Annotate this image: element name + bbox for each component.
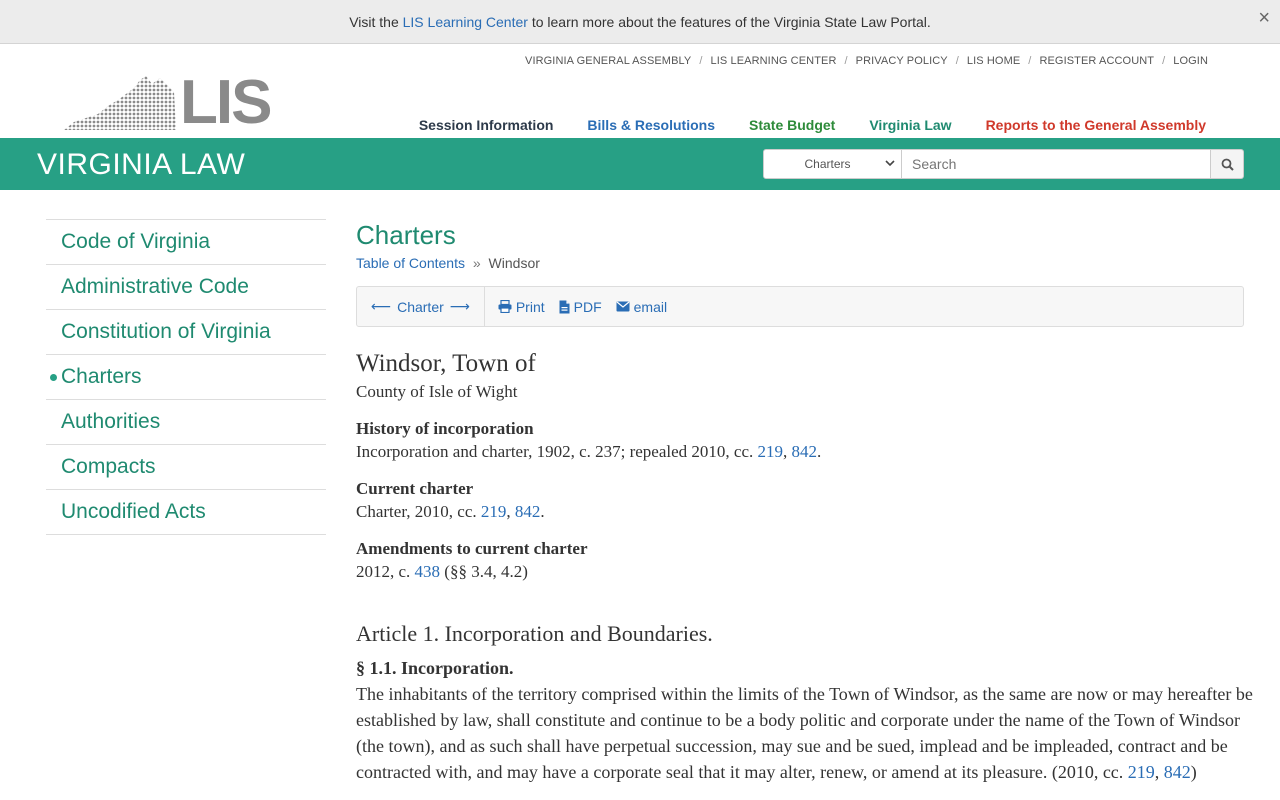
top-link-privacy-policy[interactable]: PRIVACY POLICY [856,55,948,67]
sidebar-item-charters[interactable]: Charters [46,355,326,400]
section-bar: VIRGINIA LAW Charters [0,138,1280,190]
sidebar-item-compacts[interactable]: Compacts [46,445,326,490]
act-link[interactable]: 438 [415,562,441,581]
charter-document: Windsor, Town of County of Isle of Wight… [356,348,1256,785]
print-icon [498,300,512,313]
lis-logo[interactable]: LIS [64,72,272,134]
print-label: Print [515,298,545,315]
sidebar-item-administrative-code[interactable]: Administrative Code [46,265,326,310]
banner-prefix: Visit the [349,13,403,30]
site-banner: Visit the LIS Learning Center to learn m… [0,0,1280,44]
section-text-body: The inhabitants of the territory compris… [356,684,1253,782]
nav-reports[interactable]: Reports to the General Assembly [986,117,1206,133]
section-text-end: ) [1190,762,1197,782]
section-text: The inhabitants of the territory compris… [356,684,1253,782]
top-link-lis-home[interactable]: LIS HOME [967,55,1020,67]
pdf-label: PDF [573,298,602,315]
charter-county: County of Isle of Wight [356,382,518,401]
breadcrumb-current: Windsor [488,255,540,271]
nav-session-information[interactable]: Session Information [419,117,554,133]
charter-nav-label: Charter [397,298,444,315]
document-tools: Print PDF email [485,299,667,315]
act-link[interactable]: 219 [758,442,784,461]
banner-suffix: to learn more about the features of the … [527,13,931,30]
current-charter-body: Charter, 2010, cc. [356,502,481,521]
current-charter-heading: Current charter [356,479,474,498]
amendments-text: 2012, c. 438 (§§ 3.4, 4.2) [356,560,1256,584]
search-scope-select[interactable]: Charters [763,149,902,179]
act-link[interactable]: 219 [481,502,507,521]
search-form: Charters [763,149,1244,179]
file-pdf-icon [559,300,570,313]
email-label: email [633,298,668,315]
document-toolbar: ⟵ Charter ⟶ Print PDF email [356,286,1244,327]
main-content: Charters Table of Contents » Windsor ⟵ C… [356,218,1256,785]
chevron-down-icon [885,158,895,171]
pdf-button[interactable]: PDF [559,299,602,315]
article-heading: Article 1. Incorporation and Boundaries. [356,621,713,646]
banner-learning-center-link[interactable]: LIS Learning Center [403,14,528,30]
history-heading: History of incorporation [356,419,534,438]
search-input[interactable] [902,149,1211,179]
prev-arrow-icon[interactable]: ⟵ [371,298,391,315]
top-link-login[interactable]: LOGIN [1173,55,1208,67]
page-title: Charters [356,220,456,250]
charter-navigation: ⟵ Charter ⟶ [357,287,485,326]
top-link-register[interactable]: REGISTER ACCOUNT [1039,55,1154,67]
logo-text: LIS [180,68,272,137]
separator: / [1162,55,1166,67]
separator: / [844,55,848,67]
utility-links: VIRGINIA GENERAL ASSEMBLY / LIS LEARNING… [525,55,1208,67]
sidebar-item-authorities[interactable]: Authorities [46,400,326,445]
breadcrumb-toc-link[interactable]: Table of Contents [356,255,465,271]
section-title: VIRGINIA LAW [37,148,246,181]
main-nav: Session Information Bills & Resolutions … [419,117,1206,133]
act-link[interactable]: 842 [792,442,818,461]
top-link-general-assembly[interactable]: VIRGINIA GENERAL ASSEMBLY [525,55,691,67]
sidebar-item-constitution[interactable]: Constitution of Virginia [46,310,326,355]
next-arrow-icon[interactable]: ⟶ [450,298,470,315]
charter-title: Windsor, Town of [356,350,536,377]
current-charter-text: Charter, 2010, cc. 219, 842. [356,502,545,521]
print-button[interactable]: Print [498,299,545,315]
email-button[interactable]: email [616,299,667,315]
breadcrumb-separator: » [472,255,481,271]
sidebar-nav: Code of Virginia Administrative Code Con… [46,219,326,535]
nav-virginia-law[interactable]: Virginia Law [869,117,951,133]
separator: / [1028,55,1032,67]
top-link-learning-center[interactable]: LIS LEARNING CENTER [711,55,837,67]
act-link[interactable]: 219 [1128,762,1155,782]
search-scope-value: Charters [804,157,851,171]
amendments-suffix: (§§ 3.4, 4.2) [440,562,528,581]
act-link[interactable]: 842 [1164,762,1191,782]
search-button[interactable] [1211,149,1244,179]
search-icon [1221,158,1234,171]
amendments-body: 2012, c. [356,562,415,581]
site-header: LIS VIRGINIA GENERAL ASSEMBLY / LIS LEAR… [0,44,1280,138]
envelope-icon [616,301,630,312]
nav-state-budget[interactable]: State Budget [749,117,835,133]
separator: / [955,55,959,67]
history-text: Incorporation and charter, 1902, c. 237;… [356,442,822,461]
sidebar-item-code-of-virginia[interactable]: Code of Virginia [46,220,326,265]
nav-bills-resolutions[interactable]: Bills & Resolutions [587,117,715,133]
amendments-heading: Amendments to current charter [356,539,588,558]
history-text-body: Incorporation and charter, 1902, c. 237;… [356,442,758,461]
act-link[interactable]: 842 [515,502,541,521]
separator: / [699,55,703,67]
sidebar-item-uncodified-acts[interactable]: Uncodified Acts [46,490,326,535]
close-icon[interactable]: × [1258,8,1270,28]
section-heading: § 1.1. Incorporation. [356,658,514,678]
breadcrumb: Table of Contents » Windsor [356,255,1256,271]
